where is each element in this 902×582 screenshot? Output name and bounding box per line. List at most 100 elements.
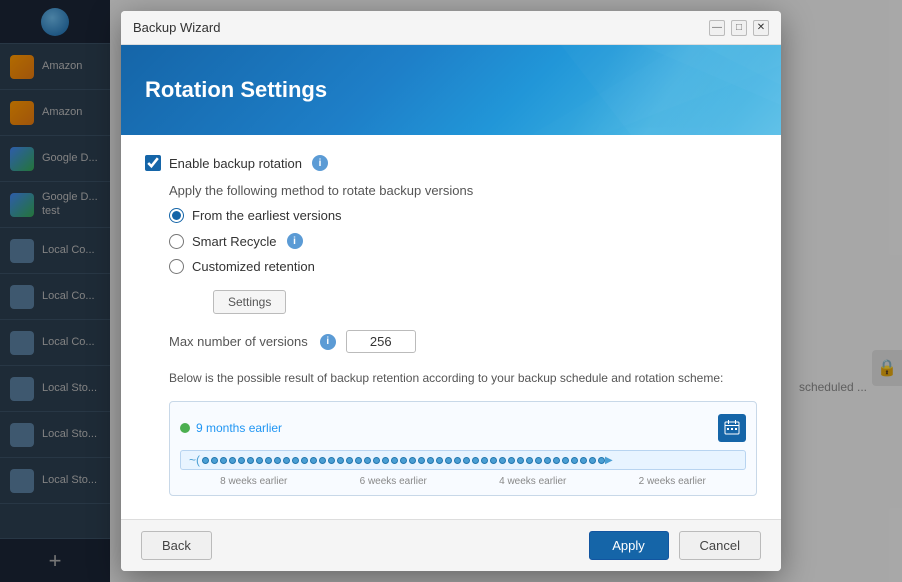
- timeline-wave: ~(: [189, 453, 200, 467]
- enable-rotation-label[interactable]: Enable backup rotation: [169, 156, 302, 171]
- radio-customized-input[interactable]: [169, 259, 184, 274]
- tl-dot-27: [436, 457, 443, 464]
- settings-button[interactable]: Settings: [213, 290, 286, 314]
- radio-customized-label[interactable]: Customized retention: [192, 259, 315, 274]
- tl-dot-38: [535, 457, 542, 464]
- tl-label-8w: 8 weeks earlier: [220, 476, 287, 487]
- tl-dot-10: [283, 457, 290, 464]
- tl-dot-35: [508, 457, 515, 464]
- modal-titlebar: Backup Wizard — □ ✕: [121, 11, 781, 45]
- modal-title: Backup Wizard: [133, 20, 220, 35]
- tl-dot-30: [463, 457, 470, 464]
- calendar-svg: [724, 420, 740, 436]
- banner-graphic: [481, 45, 781, 135]
- tl-dot-21: [382, 457, 389, 464]
- modal-footer: Back Apply Cancel: [121, 519, 781, 571]
- tl-dot-45: [598, 457, 605, 464]
- back-button[interactable]: Back: [141, 531, 212, 560]
- tl-dot-12: [301, 457, 308, 464]
- enable-rotation-checkbox[interactable]: [145, 155, 161, 171]
- maximize-button[interactable]: □: [731, 20, 747, 36]
- tl-dot-7: [256, 457, 263, 464]
- timeline-header: 9 months earlier: [180, 414, 746, 442]
- tl-dot-26: [427, 457, 434, 464]
- tl-label-6w: 6 weeks earlier: [360, 476, 427, 487]
- timeline-start-label: 9 months earlier: [196, 421, 282, 435]
- radio-smart-recycle: Smart Recycle i: [169, 233, 757, 249]
- modal-overlay: Backup Wizard — □ ✕ Rotation S: [0, 0, 902, 582]
- rotation-method-group: From the earliest versions Smart Recycle…: [169, 208, 757, 274]
- timeline-arrow: ▶: [605, 455, 613, 466]
- radio-from-earliest: From the earliest versions: [169, 208, 757, 223]
- apply-method-label: Apply the following method to rotate bac…: [169, 183, 757, 198]
- tl-dot-29: [454, 457, 461, 464]
- max-versions-input[interactable]: [346, 330, 416, 353]
- tl-dot-40: [553, 457, 560, 464]
- timeline-labels: 8 weeks earlier 6 weeks earlier 4 weeks …: [180, 476, 746, 487]
- radio-earliest-label[interactable]: From the earliest versions: [192, 208, 342, 223]
- tl-dot-3: [220, 457, 227, 464]
- modal-body: Enable backup rotation i Apply the follo…: [121, 135, 781, 519]
- smart-recycle-info-icon[interactable]: i: [287, 233, 303, 249]
- tl-dot-20: [373, 457, 380, 464]
- maximize-icon: □: [736, 22, 742, 33]
- radio-earliest-input[interactable]: [169, 208, 184, 223]
- timeline-track: ~(: [180, 450, 746, 470]
- tl-dot-42: [571, 457, 578, 464]
- tl-dot-15: [328, 457, 335, 464]
- max-versions-label: Max number of versions: [169, 334, 308, 349]
- tl-dot-4: [229, 457, 236, 464]
- tl-dot-6: [247, 457, 254, 464]
- tl-dot-37: [526, 457, 533, 464]
- titlebar-controls: — □ ✕: [709, 20, 769, 36]
- calendar-icon[interactable]: [718, 414, 746, 442]
- tl-dot-8: [265, 457, 272, 464]
- tl-dot-25: [418, 457, 425, 464]
- banner-title: Rotation Settings: [145, 77, 327, 103]
- enable-rotation-row: Enable backup rotation i: [145, 155, 757, 171]
- timeline-dots: ~(: [181, 453, 745, 467]
- enable-rotation-info-icon[interactable]: i: [312, 155, 328, 171]
- radio-smart-input[interactable]: [169, 234, 184, 249]
- tl-dot-17: [346, 457, 353, 464]
- tl-dot-13: [310, 457, 317, 464]
- tl-dot-24: [409, 457, 416, 464]
- tl-dot-39: [544, 457, 551, 464]
- tl-label-4w: 4 weeks earlier: [499, 476, 566, 487]
- timeline-container: 9 months earlier: [169, 401, 757, 496]
- tl-dot-31: [472, 457, 479, 464]
- tl-dot-18: [355, 457, 362, 464]
- close-icon: ✕: [757, 22, 765, 33]
- radio-customized: Customized retention: [169, 259, 757, 274]
- tl-dot-11: [292, 457, 299, 464]
- minimize-button[interactable]: —: [709, 20, 725, 36]
- apply-button[interactable]: Apply: [589, 531, 669, 560]
- cancel-button[interactable]: Cancel: [679, 531, 761, 560]
- tl-dot-16: [337, 457, 344, 464]
- max-versions-row: Max number of versions i: [169, 330, 757, 353]
- tl-dot-32: [481, 457, 488, 464]
- radio-smart-label[interactable]: Smart Recycle: [192, 234, 277, 249]
- tl-dot-23: [400, 457, 407, 464]
- rotation-options-section: Apply the following method to rotate bac…: [145, 183, 757, 496]
- tl-dot-22: [391, 457, 398, 464]
- tl-dot-34: [499, 457, 506, 464]
- tl-dot-14: [319, 457, 326, 464]
- settings-btn-row: Settings: [213, 290, 757, 314]
- tl-dot-9: [274, 457, 281, 464]
- tl-dot-5: [238, 457, 245, 464]
- retention-description: Below is the possible result of backup r…: [169, 369, 757, 387]
- backup-wizard-modal: Backup Wizard — □ ✕ Rotation S: [121, 11, 781, 571]
- tl-label-2w: 2 weeks earlier: [639, 476, 706, 487]
- minimize-icon: —: [712, 22, 722, 33]
- tl-dot-36: [517, 457, 524, 464]
- modal-header-banner: Rotation Settings: [121, 45, 781, 135]
- tl-dot-1: [202, 457, 209, 464]
- close-button[interactable]: ✕: [753, 20, 769, 36]
- tl-dot-28: [445, 457, 452, 464]
- timeline-green-dot: [180, 423, 190, 433]
- tl-dot-41: [562, 457, 569, 464]
- footer-right-buttons: Apply Cancel: [589, 531, 761, 560]
- tl-dot-43: [580, 457, 587, 464]
- max-versions-info-icon[interactable]: i: [320, 334, 336, 350]
